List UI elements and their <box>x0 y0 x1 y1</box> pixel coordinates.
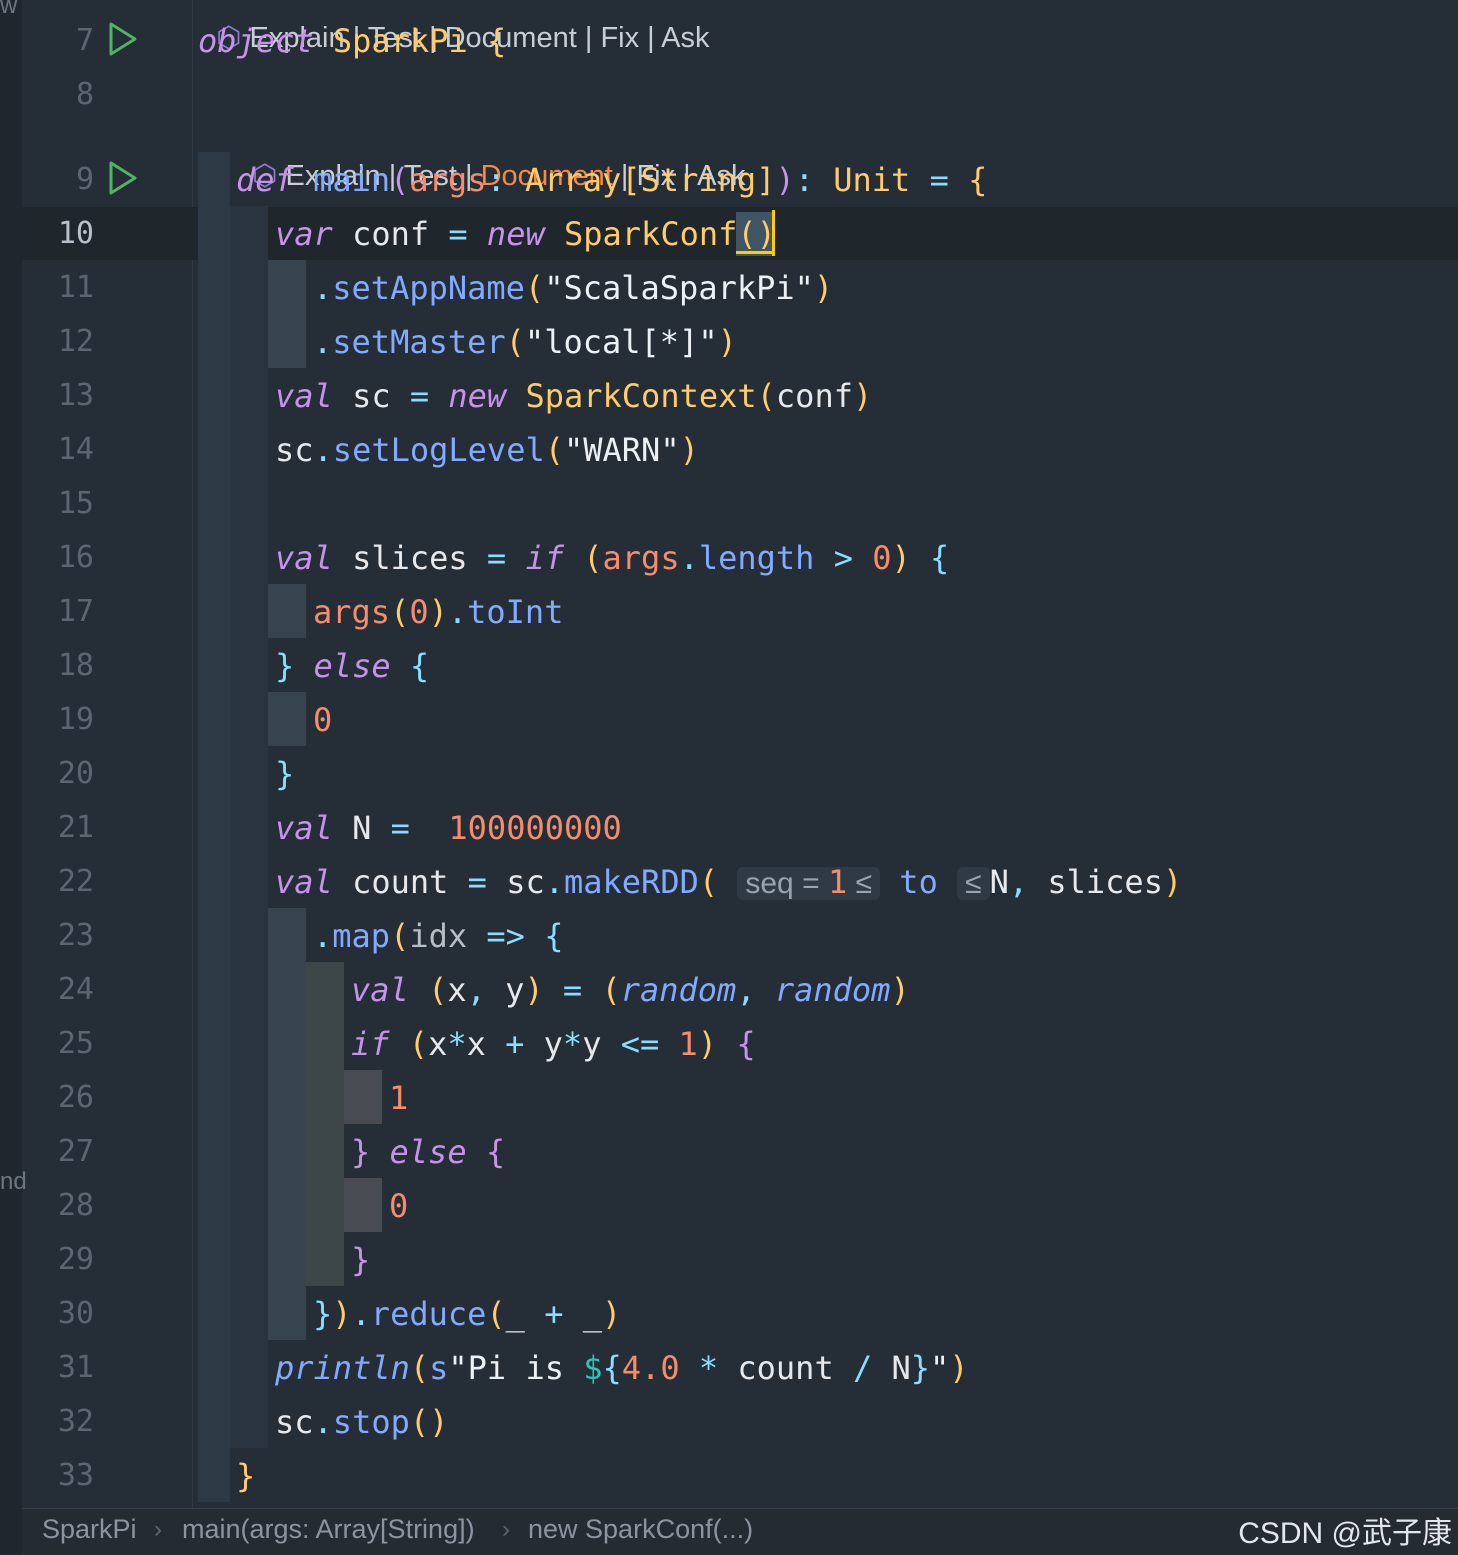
indent-block <box>268 908 306 1340</box>
indent-block <box>268 260 306 368</box>
code-line-14[interactable]: sc.setLogLevel("WARN") <box>275 423 699 477</box>
code-line-20[interactable]: } <box>275 747 294 801</box>
code-line-27[interactable]: } else { <box>351 1125 505 1179</box>
line-number: 9 <box>75 162 94 197</box>
code-line-16[interactable]: val slices = if (args.length > 0) { <box>275 531 949 585</box>
code-line-26[interactable]: 1 <box>389 1071 408 1125</box>
chevron-right-icon: › <box>502 1516 510 1543</box>
indent-block <box>344 1070 382 1124</box>
bracket-underline <box>736 251 772 254</box>
code-line-28[interactable]: 0 <box>389 1179 408 1233</box>
line-number: 7 <box>75 23 94 58</box>
code-line-24[interactable]: val (x, y) = (random, random) <box>351 963 910 1017</box>
codelens-ask[interactable]: Ask <box>661 22 709 54</box>
line-number: 17 <box>57 594 94 629</box>
chevron-right-icon: › <box>154 1516 162 1543</box>
breadcrumb-item[interactable]: main(args: Array[String]) <box>182 1514 475 1545</box>
left-tool-stripe <box>0 0 22 1554</box>
line-number: 20 <box>57 756 94 791</box>
line-number: 12 <box>57 324 94 359</box>
breadcrumb-item[interactable]: new SparkConf(...) <box>528 1514 753 1545</box>
line-number: 30 <box>57 1296 94 1331</box>
line-number: 23 <box>57 918 94 953</box>
line-number: 18 <box>57 648 94 683</box>
line-number: 16 <box>57 540 94 575</box>
line-number: 25 <box>57 1026 94 1061</box>
line-number: 11 <box>57 270 94 305</box>
code-line-19[interactable]: 0 <box>313 693 332 747</box>
code-line-25[interactable]: if (x*x + y*y <= 1) { <box>351 1017 756 1071</box>
line-number: 33 <box>57 1458 94 1493</box>
line-number: 31 <box>57 1350 94 1385</box>
code-line-13[interactable]: val sc = new SparkContext(conf) <box>275 369 872 423</box>
code-line-17[interactable]: args(0).toInt <box>313 585 563 639</box>
breadcrumb-item[interactable]: SparkPi <box>42 1514 137 1545</box>
line-number: 21 <box>57 810 94 845</box>
code-line-12[interactable]: .setMaster("local[*]") <box>313 315 737 369</box>
line-number: 19 <box>57 702 94 737</box>
line-number: 32 <box>57 1404 94 1439</box>
code-line-33[interactable]: } <box>236 1449 255 1503</box>
line-number: 29 <box>57 1242 94 1277</box>
inlay-hint-seq: seq = 1 ≤ <box>737 863 881 901</box>
codelens: ⬡ Explain | Test | Document | Fix | Ask <box>252 160 746 192</box>
line-number: 15 <box>57 486 94 521</box>
codelens-fix[interactable]: Fix <box>600 22 639 54</box>
code-line-23[interactable]: .map(idx => { <box>313 909 563 963</box>
watermark: CSDN @武子康 <box>1238 1517 1452 1550</box>
code-line-11[interactable]: .setAppName("ScalaSparkPi") <box>313 261 833 315</box>
text-caret <box>772 210 775 256</box>
inlay-hint-le: ≤ <box>957 867 990 900</box>
code-line-10[interactable]: var conf = new SparkConf() <box>275 207 776 261</box>
line-number: 22 <box>57 864 94 899</box>
indent-block <box>306 962 344 1286</box>
line-number: 27 <box>57 1134 94 1169</box>
line-number: 8 <box>75 77 94 112</box>
indent-block <box>344 1178 382 1232</box>
code-line-31[interactable]: println(s"Pi is ${4.0 * count / N}") <box>275 1341 969 1395</box>
line-number: 28 <box>57 1188 94 1223</box>
line-number: 24 <box>57 972 94 1007</box>
run-icon[interactable] <box>108 22 138 56</box>
indent-block <box>198 152 230 1502</box>
code-line-18[interactable]: } else { <box>275 639 429 693</box>
code-line-30[interactable]: }).reduce(_ + _) <box>313 1287 621 1341</box>
line-number: 26 <box>57 1080 94 1115</box>
code-line-9[interactable]: def main(args: Array[String]): Unit = { <box>236 153 987 207</box>
code-line-21[interactable]: val N = 100000000 <box>275 801 622 855</box>
code-line-32[interactable]: sc.stop() <box>275 1395 448 1449</box>
side-label-top: w <box>0 0 18 19</box>
line-number: 14 <box>57 432 94 467</box>
code-line-29[interactable]: } <box>351 1233 370 1287</box>
indent-block <box>230 206 268 1448</box>
line-number-current: 10 <box>57 216 94 251</box>
code-line-22[interactable]: val count = sc.makeRDD( seq = 1 ≤ to ≤ N,… <box>275 855 1182 909</box>
indent-block <box>268 692 306 746</box>
indent-block <box>268 584 306 638</box>
run-icon[interactable] <box>108 161 138 195</box>
code-line-7[interactable]: object SparkPi { <box>198 14 506 68</box>
line-number: 13 <box>57 378 94 413</box>
